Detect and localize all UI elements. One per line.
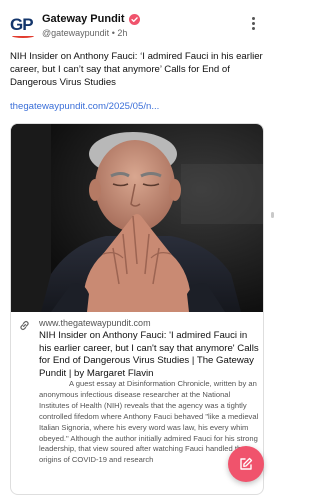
avatar-swoosh [12, 34, 34, 38]
post-text: NIH Insider on Anthony Fauci: ‘I admired… [10, 51, 263, 88]
verified-badge-icon [128, 13, 140, 25]
scroll-indicator [271, 212, 274, 218]
author-name[interactable]: Gateway Pundit [42, 13, 125, 25]
preview-domain: www.thegatewaypundit.com [39, 318, 151, 328]
more-vertical-icon[interactable] [248, 16, 258, 32]
link-icon [20, 320, 29, 331]
preview-description: A guest essay at Disinformation Chronicl… [39, 379, 259, 465]
author-handle[interactable]: @gatewaypundit [42, 28, 109, 38]
avatar[interactable]: GP [10, 12, 36, 38]
compose-icon [240, 457, 253, 470]
post-time: 2h [117, 28, 128, 38]
link-preview-card[interactable]: www.thegatewaypundit.com NIH Insider on … [10, 123, 264, 495]
post-card: GP Gateway Pundit @gatewaypundit • 2h NI… [0, 0, 274, 500]
author-name-row: Gateway Pundit [42, 12, 140, 26]
preview-image [11, 124, 263, 312]
preview-title[interactable]: NIH Insider on Anthony Fauci: 'I admired… [39, 330, 261, 380]
compose-button[interactable] [228, 446, 264, 482]
post-header: GP Gateway Pundit @gatewaypundit • 2h [10, 10, 264, 44]
post-link[interactable]: thegatewaypundit.com/2025/05/n... [10, 101, 264, 112]
author-meta: @gatewaypundit • 2h [42, 28, 127, 38]
